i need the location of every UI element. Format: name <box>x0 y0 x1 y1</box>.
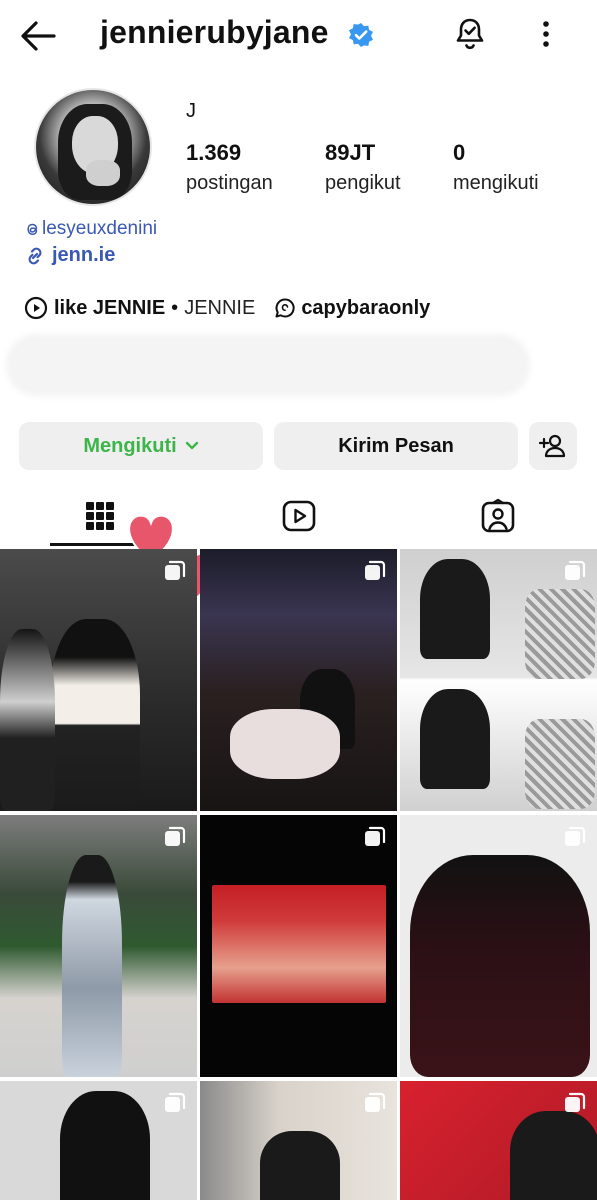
music-artist: JENNIE <box>184 296 256 319</box>
stat-label: postingan <box>186 172 273 194</box>
stat-following[interactable]: 0 mengikuti <box>453 140 539 195</box>
post-figure <box>260 1131 340 1200</box>
threads-bubble-icon <box>273 296 297 320</box>
carousel-icon <box>363 1091 387 1115</box>
following-button[interactable]: Mengikuti <box>19 422 263 470</box>
link-icon <box>24 245 46 267</box>
post-thumbnail[interactable] <box>0 1081 197 1200</box>
display-name: J <box>186 100 196 122</box>
add-user-button[interactable] <box>529 422 577 470</box>
stat-followers[interactable]: 89JT pengikut <box>325 140 401 195</box>
post-figure <box>230 709 340 779</box>
stat-label: mengikuti <box>453 172 539 194</box>
threads-badge[interactable]: capybaraonly <box>273 296 430 320</box>
carousel-icon <box>563 1091 587 1115</box>
add-user-icon <box>539 433 567 459</box>
tab-reels[interactable] <box>199 486 398 546</box>
profile-tabs <box>0 486 597 546</box>
music-row: like JENNIE • JENNIE capybaraonly <box>24 296 430 320</box>
post-figure <box>212 885 386 1003</box>
post-figure <box>510 1111 597 1200</box>
post-figure <box>420 559 490 659</box>
music-separator: • <box>171 296 179 319</box>
post-figure <box>525 719 595 809</box>
verified-badge-icon <box>348 22 374 48</box>
play-circle-icon[interactable] <box>24 296 48 320</box>
stat-value: 0 <box>453 140 466 165</box>
tagged-user-icon <box>480 498 516 534</box>
post-figure <box>525 589 595 679</box>
bio-redacted <box>6 334 530 396</box>
carousel-icon <box>163 559 187 583</box>
stat-label: pengikut <box>325 172 401 194</box>
post-figure <box>0 629 55 811</box>
grid-icon <box>84 500 116 532</box>
posts-grid <box>0 549 597 1200</box>
website-text: jenn.ie <box>52 244 116 266</box>
carousel-icon <box>163 1091 187 1115</box>
carousel-icon <box>363 559 387 583</box>
chevron-down-icon <box>185 438 199 454</box>
arrow-left-icon[interactable] <box>18 18 58 54</box>
carousel-icon <box>563 825 587 849</box>
following-button-label: Mengikuti <box>83 434 177 457</box>
post-thumbnail[interactable] <box>400 815 597 1077</box>
post-thumbnail[interactable] <box>0 549 197 811</box>
stat-posts[interactable]: 1.369 postingan <box>186 140 273 195</box>
post-thumbnail[interactable] <box>200 549 397 811</box>
carousel-icon <box>163 825 187 849</box>
post-thumbnail[interactable] <box>200 815 397 1077</box>
post-thumbnail[interactable] <box>400 1081 597 1200</box>
post-figure <box>62 855 122 1077</box>
message-button-label: Kirim Pesan <box>338 434 454 457</box>
stat-value: 89JT <box>325 140 376 165</box>
post-thumbnail[interactable] <box>200 1081 397 1200</box>
website-link[interactable]: jenn.ie <box>24 244 115 267</box>
tab-tagged[interactable] <box>398 486 597 546</box>
threads-badge-label: capybaraonly <box>301 296 431 319</box>
top-bar: jennierubyjane <box>0 0 597 72</box>
avatar[interactable] <box>34 88 152 206</box>
post-figure <box>420 689 490 789</box>
more-vertical-icon[interactable] <box>530 16 562 52</box>
bell-check-icon[interactable] <box>452 16 488 52</box>
reels-icon <box>281 499 317 533</box>
post-figure <box>60 1091 150 1200</box>
carousel-icon <box>563 559 587 583</box>
carousel-icon <box>363 825 387 849</box>
post-thumbnail[interactable] <box>0 815 197 1077</box>
message-button[interactable]: Kirim Pesan <box>274 422 518 470</box>
post-figure <box>50 619 140 809</box>
avatar-hand <box>86 160 120 186</box>
music-song[interactable]: like JENNIE <box>54 297 165 320</box>
threads-handle-link[interactable]: lesyeuxdenini <box>24 218 157 240</box>
threads-icon <box>24 220 40 238</box>
threads-handle: lesyeuxdenini <box>42 218 158 239</box>
post-thumbnail[interactable] <box>400 549 597 811</box>
username: jennierubyjane <box>100 14 329 50</box>
post-figure <box>410 855 590 1077</box>
stat-value: 1.369 <box>186 140 242 165</box>
